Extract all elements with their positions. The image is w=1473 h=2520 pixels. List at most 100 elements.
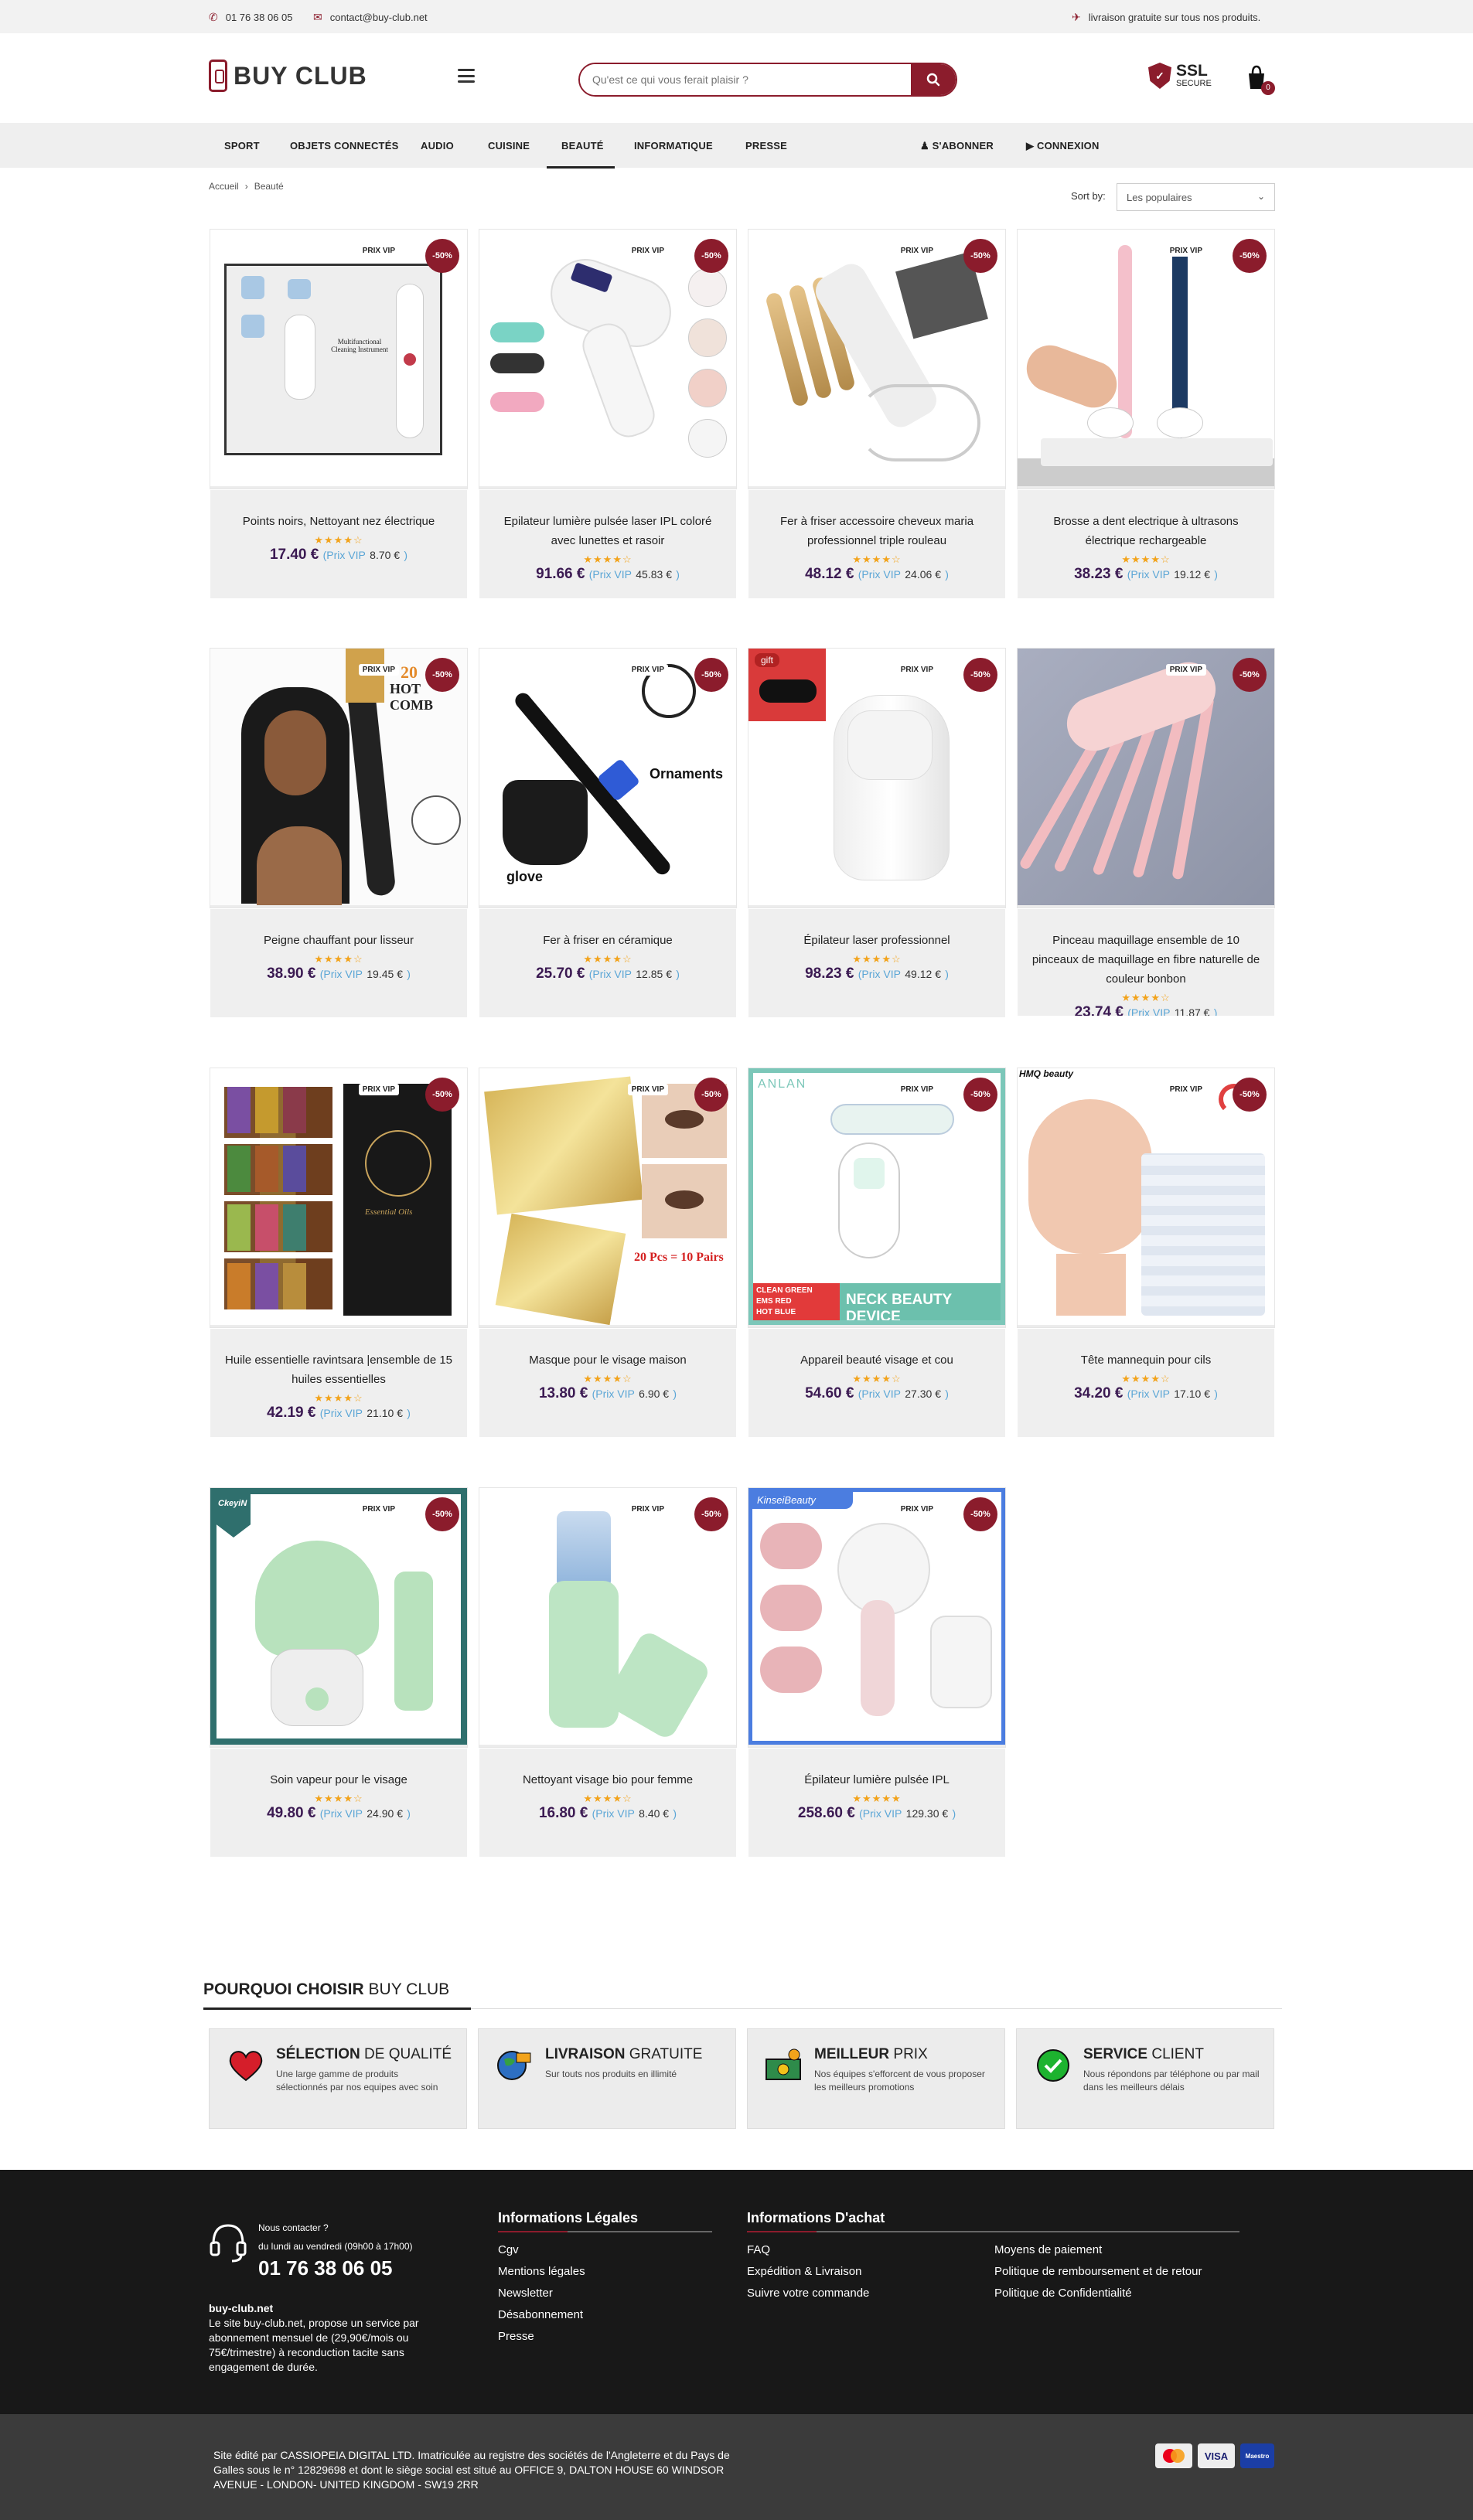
vip-price-prefix: (Prix VIP [1127, 1006, 1171, 1016]
product-card[interactable]: Essential Oils PRIX VIP -50% Huile essen… [210, 1068, 468, 1437]
footer-link-suivi[interactable]: Suivre votre commande [747, 2287, 994, 2299]
product-image[interactable]: ANLAN CLEAN GREEN EMS RED HOT BLUE NECK … [748, 1068, 1005, 1325]
product-name[interactable]: Épilateur laser professionnel [759, 931, 994, 950]
vip-price-suffix: ) [945, 968, 949, 980]
product-card[interactable]: PRIX VIP -50% Nettoyant visage bio pour … [479, 1487, 737, 1857]
site-logo[interactable]: BUY CLUB [209, 60, 367, 92]
product-image[interactable]: Multifunctional Cleaning Instrument [210, 230, 467, 486]
product-name[interactable]: Brosse a dent electrique à ultrasons éle… [1028, 512, 1263, 550]
product-image[interactable]: Essential Oils [210, 1068, 467, 1325]
product-name[interactable]: Peigne chauffant pour lisseur [221, 931, 456, 950]
product-image[interactable]: CkeyiN [210, 1488, 467, 1745]
product-card[interactable]: PRIX VIP -50% Brosse a dent electrique à… [1017, 229, 1275, 598]
product-info: Points noirs, Nettoyant nez électrique ★… [210, 490, 467, 598]
product-name[interactable]: Points noirs, Nettoyant nez électrique [221, 512, 456, 531]
login-link[interactable]: ▶ CONNEXION [1026, 140, 1100, 152]
topbar-email[interactable]: ✉ contact@buy-club.net [313, 11, 428, 24]
vip-badge: PRIX VIP [1165, 1084, 1206, 1095]
product-card[interactable]: 20 Pcs = 10 Pairs PRIX VIP -50% Masque p… [479, 1068, 737, 1437]
menu-icon[interactable] [458, 69, 475, 83]
product-card[interactable]: PRIX VIP -50% Pinceau maquillage ensembl… [1017, 648, 1275, 1016]
rating-stars: ★★★★☆ [314, 1793, 363, 1804]
product-card[interactable]: PRIX VIP -50% Fer à friser accessoire ch… [748, 229, 1006, 598]
product-card[interactable]: PRIX VIP -50% Epilateur lumière pulsée l… [479, 229, 737, 598]
rating-stars: ★★★★☆ [1121, 553, 1171, 565]
footer-link-confidentialite[interactable]: Politique de Confidentialité [994, 2287, 1202, 2299]
product-image-caption: CLEAN GREEN [756, 1286, 813, 1295]
product-image[interactable]: gift [748, 649, 1005, 905]
footer-link-newsletter[interactable]: Newsletter [498, 2287, 712, 2299]
product-card[interactable]: ANLAN CLEAN GREEN EMS RED HOT BLUE NECK … [748, 1068, 1006, 1437]
product-image[interactable] [1018, 230, 1274, 486]
product-card[interactable]: 20 HOT COMB PRIX VIP -50% Peigne chauffa… [210, 648, 468, 1017]
nav-item-informatique[interactable]: INFORMATIQUE [634, 140, 713, 152]
search-button[interactable] [911, 64, 956, 95]
why-card: SERVICE CLIENT Nous répondons par téléph… [1016, 2028, 1274, 2129]
discount-badge: -50% [963, 1078, 997, 1112]
footer-phone[interactable]: 01 76 38 06 05 [258, 2256, 413, 2280]
vip-badge: PRIX VIP [1165, 245, 1206, 257]
product-price: 38.90 € (Prix VIP 19.45 € ) [221, 965, 456, 982]
nav-item-audio[interactable]: AUDIO [421, 140, 454, 152]
product-price: 54.60 € (Prix VIP 27.30 € ) [759, 1385, 994, 1402]
footer-link-paiement[interactable]: Moyens de paiement [994, 2244, 1202, 2256]
site-header: BUY CLUB ✓ SSLSECURE 0 [0, 33, 1473, 123]
nav-item-objets-connectes[interactable]: OBJETS CONNECTÉS [290, 140, 398, 152]
product-image[interactable] [748, 230, 1005, 486]
vip-badge: PRIX VIP [896, 1084, 937, 1095]
product-card[interactable]: KinseiBeauty PRIX VIP -50% Épilateur lum… [748, 1487, 1006, 1857]
product-image[interactable]: 20 Pcs = 10 Pairs [479, 1068, 736, 1325]
product-card[interactable]: HMQ beauty PRIX VIP -50% Tête mannequin … [1017, 1068, 1275, 1437]
product-image[interactable]: 20 HOT COMB [210, 649, 467, 905]
product-name[interactable]: Épilateur lumière pulsée IPL [759, 1770, 994, 1790]
product-name[interactable]: Tête mannequin pour cils [1028, 1350, 1263, 1370]
product-image[interactable] [1018, 649, 1274, 905]
footer-link-mentions[interactable]: Mentions légales [498, 2266, 712, 2277]
product-image[interactable] [479, 1488, 736, 1745]
product-name[interactable]: Pinceau maquillage ensemble de 10 pincea… [1028, 931, 1263, 989]
topbar-phone[interactable]: ✆ 01 76 38 06 05 [209, 11, 292, 24]
why-title-bold: POURQUOI CHOISIR [203, 1980, 364, 1998]
why-card-desc: Sur touts nos produits en illimité [545, 2069, 677, 2079]
vip-badge: PRIX VIP [627, 1084, 668, 1095]
breadcrumb-home[interactable]: Accueil [209, 181, 239, 192]
nav-item-beaute[interactable]: BEAUTÉ [561, 140, 604, 152]
product-card[interactable]: Ornaments glove PRIX VIP -50% Fer à fris… [479, 648, 737, 1017]
product-name[interactable]: Masque pour le visage maison [490, 1350, 725, 1370]
product-name[interactable]: Epilateur lumière pulsée laser IPL color… [490, 512, 725, 550]
product-image[interactable]: HMQ beauty [1018, 1068, 1274, 1325]
product-name[interactable]: Fer à friser accessoire cheveux maria pr… [759, 512, 994, 550]
sort-select[interactable]: Les populaires ⌄ [1117, 183, 1275, 211]
product-card[interactable]: CkeyiN PRIX VIP -50% Soin vapeur pour le… [210, 1487, 468, 1857]
footer-link-remboursement[interactable]: Politique de remboursement et de retour [994, 2266, 1202, 2277]
product-image-caption: ANLAN [758, 1078, 807, 1091]
price-value: 17.40 € [269, 547, 319, 563]
footer-link-cgv[interactable]: Cgv [498, 2244, 712, 2256]
product-image[interactable]: KinseiBeauty [748, 1488, 1005, 1745]
nav-item-sport[interactable]: SPORT [224, 140, 260, 152]
product-name[interactable]: Huile essentielle ravintsara |ensemble d… [221, 1350, 456, 1389]
cart-button[interactable]: 0 [1243, 64, 1275, 95]
discount-badge: -50% [694, 1078, 728, 1112]
footer-link-expedition[interactable]: Expédition & Livraison [747, 2266, 994, 2277]
product-info: Fer à friser accessoire cheveux maria pr… [748, 490, 1005, 598]
product-name[interactable]: Appareil beauté visage et cou [759, 1350, 994, 1370]
search-input[interactable] [580, 64, 911, 95]
product-card[interactable]: gift PRIX VIP -50% Épilateur laser profe… [748, 648, 1006, 1017]
nav-item-presse[interactable]: PRESSE [745, 140, 787, 152]
product-image[interactable]: Ornaments glove [479, 649, 736, 905]
product-image[interactable] [479, 230, 736, 486]
ssl-title: SSL [1176, 62, 1208, 80]
subscribe-link[interactable]: ♟ S'ABONNER [920, 140, 994, 152]
nav-item-cuisine[interactable]: CUISINE [488, 140, 530, 152]
product-name[interactable]: Nettoyant visage bio pour femme [490, 1770, 725, 1790]
footer-link-desabonnement[interactable]: Désabonnement [498, 2309, 712, 2321]
product-name[interactable]: Fer à friser en céramique [490, 931, 725, 950]
footer-link-presse[interactable]: Presse [498, 2331, 712, 2342]
subscribe-label: S'ABONNER [932, 140, 994, 152]
product-name[interactable]: Soin vapeur pour le visage [221, 1770, 456, 1790]
rating-stars: ★★★★☆ [314, 1392, 363, 1404]
footer-link-faq[interactable]: FAQ [747, 2244, 994, 2256]
product-info: Epilateur lumière pulsée laser IPL color… [479, 490, 736, 598]
product-card[interactable]: Multifunctional Cleaning Instrument PRIX… [210, 229, 468, 598]
